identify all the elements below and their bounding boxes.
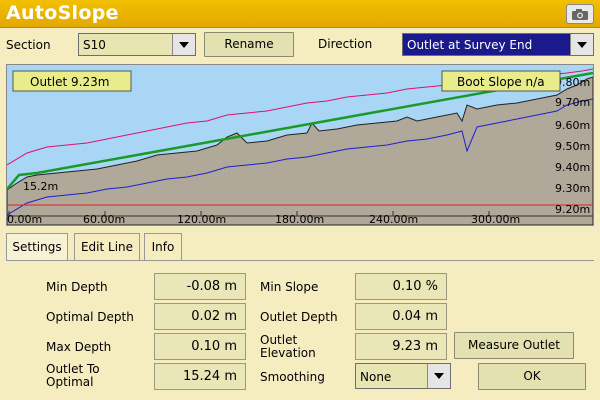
tab-edit-line[interactable]: Edit Line (74, 233, 140, 261)
direction-label: Direction (318, 37, 373, 51)
max-depth-label: Max Depth (46, 340, 112, 354)
screenshot-button[interactable] (566, 4, 594, 24)
settings-panel: Min Depth -0.08 m Optimal Depth 0.02 m M… (6, 260, 594, 395)
min-depth-field[interactable]: -0.08 m (154, 273, 246, 300)
min-depth-label: Min Depth (46, 280, 108, 294)
outlet-elevation-field[interactable]: 9.23 m (355, 333, 447, 360)
chevron-down-icon (179, 41, 189, 48)
tab-settings[interactable]: Settings (6, 233, 68, 261)
outlet-to-optimal-label-line1: Outlet To (46, 362, 100, 376)
outlet-to-optimal-label: Outlet To Optimal (46, 363, 100, 389)
outlet-to-optimal-field[interactable]: 15.24 m (154, 363, 246, 390)
x-tick-label: 60.00m (83, 213, 125, 225)
boot-slope-badge-text: Boot Slope n/a (457, 75, 545, 89)
y-tick-label: 9.50m (555, 140, 590, 153)
x-tick-label: 240.00m (369, 213, 418, 225)
y-tick-label: 9.40m (555, 161, 590, 174)
profile-chart: 0.00m 60.00m 120.00m 180.00m 240.00m 300… (7, 65, 593, 225)
section-value: S10 (83, 38, 106, 52)
camera-icon (572, 8, 588, 20)
outlet-to-optimal-label-line2: Optimal (46, 375, 94, 389)
ok-button[interactable]: OK (478, 363, 586, 390)
outlet-elevation-label-line2: Elevation (260, 346, 316, 360)
outlet-elevation-label-line1: Outlet (260, 333, 298, 347)
smoothing-dropdown-button[interactable] (427, 364, 450, 388)
chevron-down-icon (577, 41, 587, 48)
start-annotation: 15.2m (23, 180, 58, 193)
direction-select[interactable]: Outlet at Survey End (402, 33, 594, 56)
slope-profile-plot[interactable]: 0.00m 60.00m 120.00m 180.00m 240.00m 300… (6, 64, 594, 226)
min-slope-label: Min Slope (260, 280, 319, 294)
app-title: AutoSlope (6, 2, 119, 24)
smoothing-value: None (360, 370, 392, 384)
section-select[interactable]: S10 (78, 33, 196, 56)
section-label: Section (6, 38, 51, 52)
x-tick-label: 120.00m (177, 213, 226, 225)
tab-info[interactable]: Info (144, 233, 182, 261)
rename-button[interactable]: Rename (204, 32, 294, 57)
x-tick-label: 300.00m (471, 213, 520, 225)
direction-dropdown-button[interactable] (570, 34, 593, 55)
y-tick-label: 9.20m (555, 203, 590, 216)
measure-outlet-button[interactable]: Measure Outlet (454, 332, 574, 359)
x-tick-label: 0.00m (7, 213, 42, 225)
optimal-depth-label: Optimal Depth (46, 310, 134, 324)
y-tick-label: 9.60m (555, 119, 590, 132)
max-depth-field[interactable]: 0.10 m (154, 333, 246, 360)
y-tick-label: 9.70m (555, 96, 590, 109)
min-slope-field[interactable]: 0.10 % (355, 273, 447, 300)
smoothing-select[interactable]: None (355, 363, 451, 389)
x-tick-label: 180.00m (275, 213, 324, 225)
chevron-down-icon (434, 373, 444, 379)
y-tick-label: 9.30m (555, 182, 590, 195)
optimal-depth-field[interactable]: 0.02 m (154, 303, 246, 330)
direction-value: Outlet at Survey End (407, 38, 533, 52)
outlet-depth-field[interactable]: 0.04 m (355, 303, 447, 330)
smoothing-label: Smoothing (260, 370, 325, 384)
outlet-depth-label: Outlet Depth (260, 310, 338, 324)
outlet-elevation-label: Outlet Elevation (260, 334, 316, 360)
title-bar: AutoSlope (0, 0, 600, 28)
outlet-badge-text: Outlet 9.23m (30, 75, 109, 89)
section-dropdown-button[interactable] (172, 34, 195, 55)
